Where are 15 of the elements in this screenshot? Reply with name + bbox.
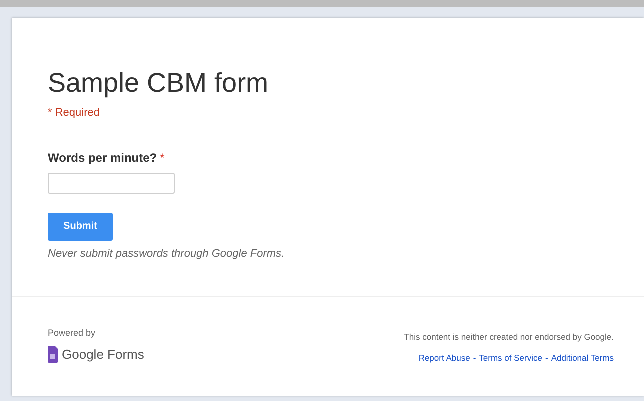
footer-link[interactable]: Additional Terms xyxy=(551,352,614,364)
footer-link[interactable]: Terms of Service xyxy=(479,352,542,364)
answer-field[interactable] xyxy=(48,172,175,194)
link-separator: - xyxy=(545,352,548,364)
password-warning: Never submit passwords through Google Forms. xyxy=(48,246,286,262)
forms-logo-icon xyxy=(48,346,58,363)
footer-link[interactable]: Report Abuse xyxy=(418,352,470,364)
brand-name: Google Forms xyxy=(62,346,144,364)
powered-by-text: Powered by xyxy=(48,327,97,340)
disclaimer-text: This content is neither created nor endorsed by Google. xyxy=(404,331,614,344)
form-title: Sample CBM form xyxy=(48,67,270,99)
required-note: * Required xyxy=(48,106,101,121)
link-separator: - xyxy=(473,352,476,364)
required-mark: * xyxy=(160,150,165,166)
question-label: Words per minute? xyxy=(48,150,158,166)
